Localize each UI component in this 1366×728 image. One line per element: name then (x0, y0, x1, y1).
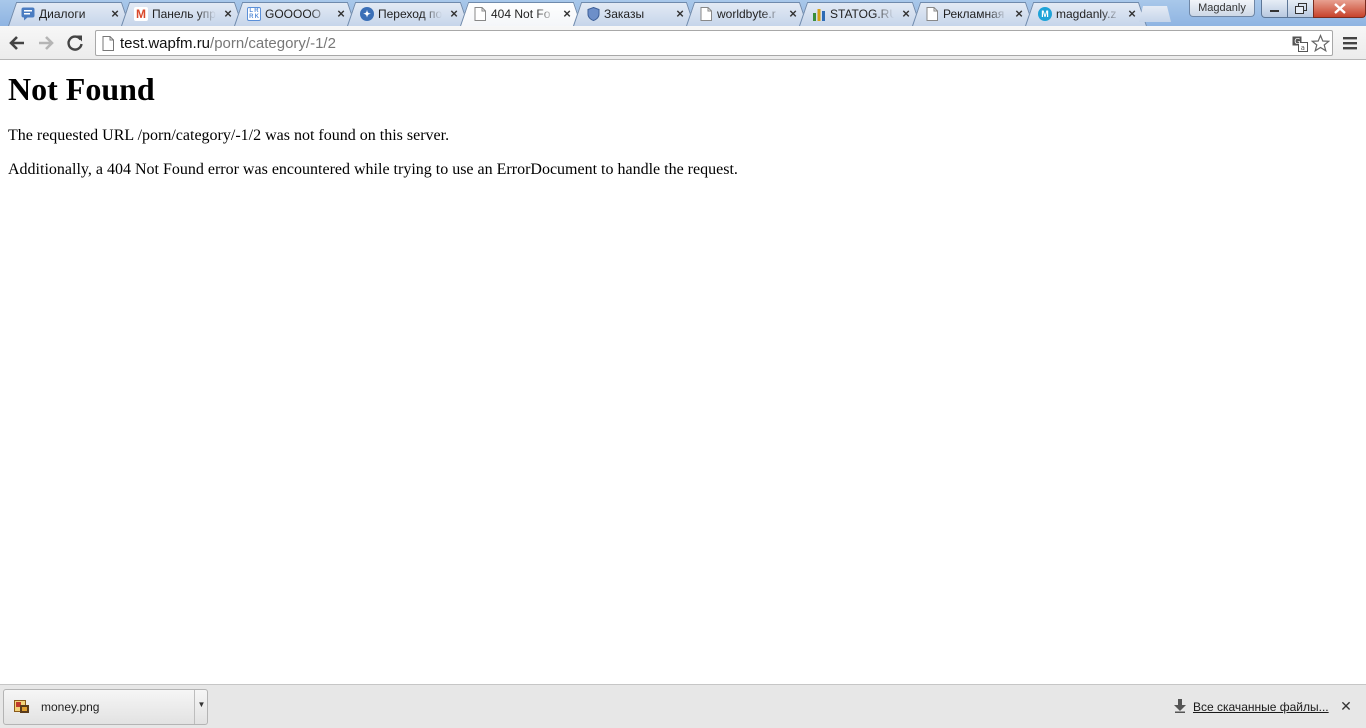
dropdown-caret-icon: ▼ (197, 700, 206, 709)
tab[interactable]: ✦ Переход по × (347, 2, 469, 26)
restore-button[interactable] (1287, 0, 1314, 18)
menu-button[interactable] (1337, 30, 1363, 56)
download-file-name: money.png (41, 700, 100, 714)
new-tab-button[interactable] (1139, 6, 1171, 22)
arrow-left-icon (9, 36, 24, 50)
download-shelf: money.png ▼ Все скачанные файлы... ✕ (0, 684, 1366, 728)
tab-title: Переход по (378, 7, 442, 21)
tab-close-icon[interactable]: × (786, 6, 800, 22)
tab[interactable]: M Панель упр × (121, 2, 243, 26)
tab-title: Заказы (604, 7, 645, 21)
tab-close-icon[interactable]: × (1012, 6, 1026, 22)
tab-close-icon[interactable]: × (1125, 6, 1139, 22)
tab[interactable]: Mmagdanly.z × (1025, 2, 1147, 26)
tab-close-icon[interactable]: × (560, 6, 574, 22)
tab[interactable]: Диалоги × (8, 2, 130, 26)
page-content: Not Found The requested URL /porn/catego… (0, 61, 1366, 684)
compass-icon: ✦ (360, 7, 374, 21)
tab-title: Рекламная (943, 7, 1005, 21)
tab-close-icon[interactable]: × (108, 6, 122, 22)
brand-m-icon: M (134, 7, 148, 21)
minimize-icon (1270, 9, 1279, 12)
tab-title: Диалоги (39, 7, 86, 21)
page-icon (699, 7, 713, 21)
tab-title: STATOG.RU (830, 7, 894, 21)
page-heading: Not Found (8, 71, 155, 107)
lrk-icon: L RR K (247, 7, 261, 21)
all-downloads-link[interactable]: Все скачанные файлы... (1193, 700, 1329, 715)
tab-title: worldbyte.r (717, 7, 776, 21)
tab[interactable]: worldbyte.r × (686, 2, 808, 26)
download-arrow-icon (1174, 699, 1186, 713)
arrow-right-icon (39, 36, 54, 50)
shield-icon (586, 6, 600, 22)
chat-icon (21, 7, 35, 21)
window-close-button[interactable] (1313, 0, 1366, 18)
tab-title: 404 Not Fo (491, 7, 551, 21)
profile-button[interactable]: Magdanly (1189, 0, 1255, 17)
page-icon (102, 36, 114, 51)
restore-icon (1294, 3, 1307, 14)
bookmark-star-icon[interactable] (1311, 34, 1330, 53)
hamburger-menu-icon (1343, 37, 1357, 50)
tab[interactable]: Рекламная × (912, 2, 1034, 26)
tab[interactable]: STATOG.RU × (799, 2, 921, 26)
download-item[interactable]: money.png ▼ (3, 689, 208, 725)
tab[interactable]: Заказы × (573, 2, 695, 26)
url-host: test.wapfm.ru (120, 35, 211, 52)
error-message: The requested URL /porn/category/-1/2 wa… (8, 127, 450, 144)
close-icon: ✕ (1340, 698, 1352, 714)
browser-toolbar: test.wapfm.ru/porn/category/-1/2 G a (0, 26, 1366, 60)
bar-chart-icon (812, 7, 826, 21)
download-menu-button[interactable]: ▼ (195, 690, 208, 724)
page-icon (925, 7, 939, 21)
tab-title: Панель упр (152, 7, 216, 21)
brand-m-round-icon: M (1038, 7, 1052, 21)
tab-close-icon[interactable]: × (334, 6, 348, 22)
tab-title: magdanly.z (1056, 7, 1117, 21)
image-file-icon (14, 700, 29, 713)
url-text[interactable]: test.wapfm.ru/porn/category/-1/2 (120, 35, 336, 53)
tab-close-icon[interactable]: × (221, 6, 235, 22)
back-button[interactable] (4, 30, 30, 56)
shelf-close-button[interactable]: ✕ (1338, 698, 1354, 714)
tab-title: GOOOOO (265, 7, 322, 21)
tab-active[interactable]: 404 Not Fo × (460, 2, 582, 26)
minimize-button[interactable] (1261, 0, 1288, 18)
tab-close-icon[interactable]: × (447, 6, 461, 22)
tab[interactable]: L RR K GOOOOO × (234, 2, 356, 26)
error-document-message: Additionally, a 404 Not Found error was … (8, 161, 738, 178)
reload-icon (67, 35, 83, 51)
svg-text:G: G (1294, 37, 1300, 46)
reload-button[interactable] (62, 30, 88, 56)
tab-close-icon[interactable]: × (899, 6, 913, 22)
close-icon (1333, 3, 1346, 14)
page-icon (473, 7, 487, 21)
translate-icon[interactable]: G a (1292, 36, 1308, 52)
forward-button[interactable] (33, 30, 59, 56)
url-path: /porn/category/-1/2 (210, 35, 336, 52)
address-bar[interactable]: test.wapfm.ru/porn/category/-1/2 G a (95, 30, 1333, 56)
svg-text:a: a (1301, 44, 1305, 52)
tab-strip: Диалоги × M Панель упр × L RR K GOOOOO × ✦ Перехо… (0, 0, 1366, 26)
tab-close-icon[interactable]: × (673, 6, 687, 22)
